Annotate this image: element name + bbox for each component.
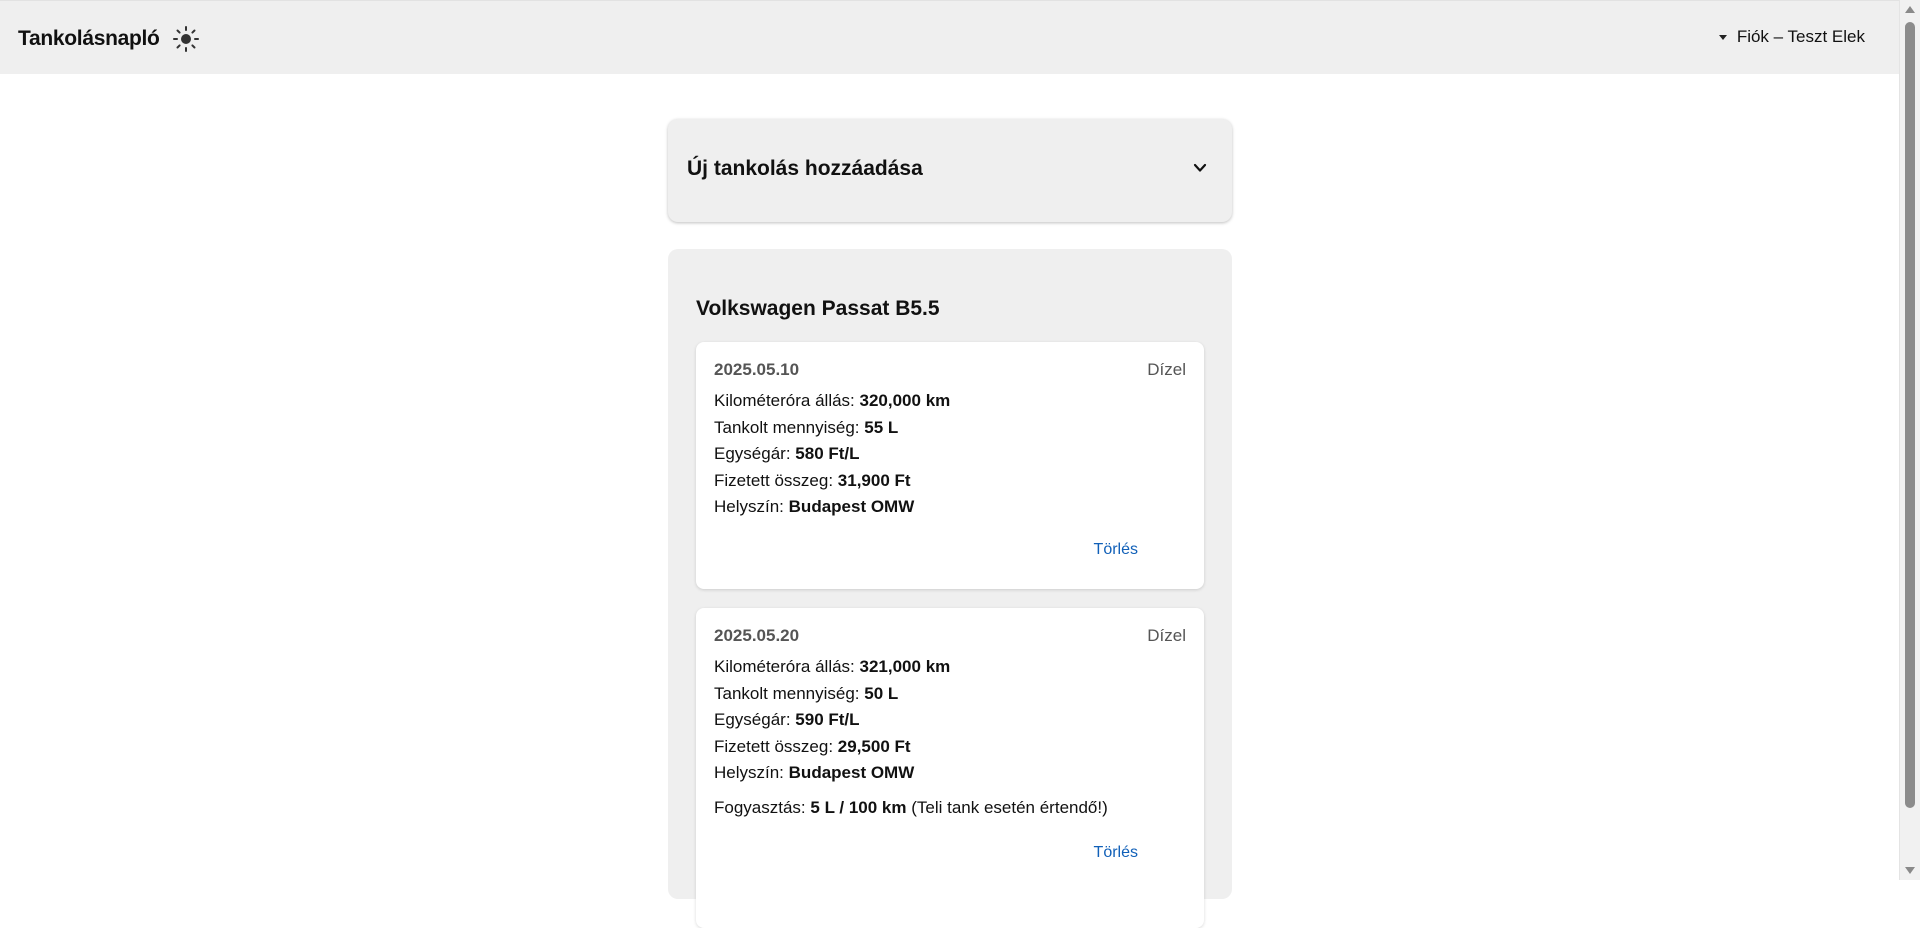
total-row: Fizetett összeg: 29,500 Ft xyxy=(714,736,911,756)
add-refuel-panel[interactable]: Új tankolás hozzáadása xyxy=(668,119,1232,222)
amount-value: 50 L xyxy=(864,683,899,703)
consumption-row: Fogyasztás: 5 L / 100 km (Teli tank eset… xyxy=(714,798,1108,817)
scroll-thumb[interactable] xyxy=(1905,22,1915,808)
location-row: Helyszín: Budapest OMW xyxy=(714,497,915,516)
odometer-value: 320,000 km xyxy=(859,391,951,410)
entry-date: 2025.05.20 xyxy=(714,626,800,645)
unit-price-value: 580 Ft/L xyxy=(795,444,860,463)
brand: Tankolásnapló xyxy=(18,25,200,53)
entry-fuel-type: Dízel xyxy=(1147,626,1186,645)
location-value: Budapest OMW xyxy=(788,497,915,516)
total-row: Fizetett összeg: 31,900 Ft xyxy=(714,470,911,490)
account-label: Fiók – Teszt Elek xyxy=(1736,27,1865,46)
location-row: Helyszín: Budapest OMW xyxy=(714,763,915,782)
odometer-row: Kilométeróra állás: 321,000 km xyxy=(714,657,951,676)
vertical-scrollbar[interactable] xyxy=(1899,0,1920,880)
top-navbar: Tankolásnapló Fiók – Teszt Elek xyxy=(0,0,1900,74)
unit-price-row: Egységár: 590 Ft/L xyxy=(714,710,860,729)
scroll-up-arrow-icon[interactable] xyxy=(1905,6,1915,13)
refuel-entry-card: 2025.05.10 Dízel Kilométeróra állás: 320… xyxy=(696,342,1204,589)
refuel-entry-card: 2025.05.20 Dízel Kilométeróra állás: 321… xyxy=(696,608,1204,928)
scroll-down-arrow-icon[interactable] xyxy=(1905,867,1915,874)
location-value: Budapest OMW xyxy=(788,763,915,782)
odometer-value: 321,000 km xyxy=(859,657,951,676)
entry-fuel-type: Dízel xyxy=(1147,360,1186,379)
delete-button[interactable]: Törlés xyxy=(1094,541,1138,559)
unit-price-row: Egységár: 580 Ft/L xyxy=(714,444,860,463)
entry-details: Kilométeróra állás: 321,000 km Tankolt m… xyxy=(714,654,950,787)
delete-button[interactable]: Törlés xyxy=(1094,844,1138,862)
caret-down-icon xyxy=(1718,34,1727,40)
app-title[interactable]: Tankolásnapló xyxy=(18,27,160,51)
amount-row: Tankolt mennyiség: 55 L xyxy=(714,417,899,437)
unit-price-value: 590 Ft/L xyxy=(795,710,860,729)
add-refuel-title: Új tankolás hozzáadása xyxy=(687,157,923,180)
entry-details: Kilométeróra állás: 320,000 km Tankolt m… xyxy=(714,388,950,521)
sun-icon[interactable] xyxy=(172,25,200,53)
consumption-note: (Teli tank esetén értendő!) xyxy=(911,798,1108,817)
consumption-value: 5 L / 100 km xyxy=(810,798,907,817)
total-value: 31,900 Ft xyxy=(837,470,911,490)
car-name: Volkswagen Passat B5.5 xyxy=(696,297,940,320)
car-panel: Volkswagen Passat B5.5 2025.05.10 Dízel … xyxy=(668,249,1232,928)
amount-value: 55 L xyxy=(864,417,899,437)
account-menu[interactable]: Fiók – Teszt Elek xyxy=(1718,27,1865,47)
total-value: 29,500 Ft xyxy=(837,736,911,756)
chevron-down-icon[interactable] xyxy=(1192,160,1208,176)
entry-date: 2025.05.10 xyxy=(714,360,800,379)
amount-row: Tankolt mennyiség: 50 L xyxy=(714,683,899,703)
odometer-row: Kilométeróra állás: 320,000 km xyxy=(714,391,951,410)
